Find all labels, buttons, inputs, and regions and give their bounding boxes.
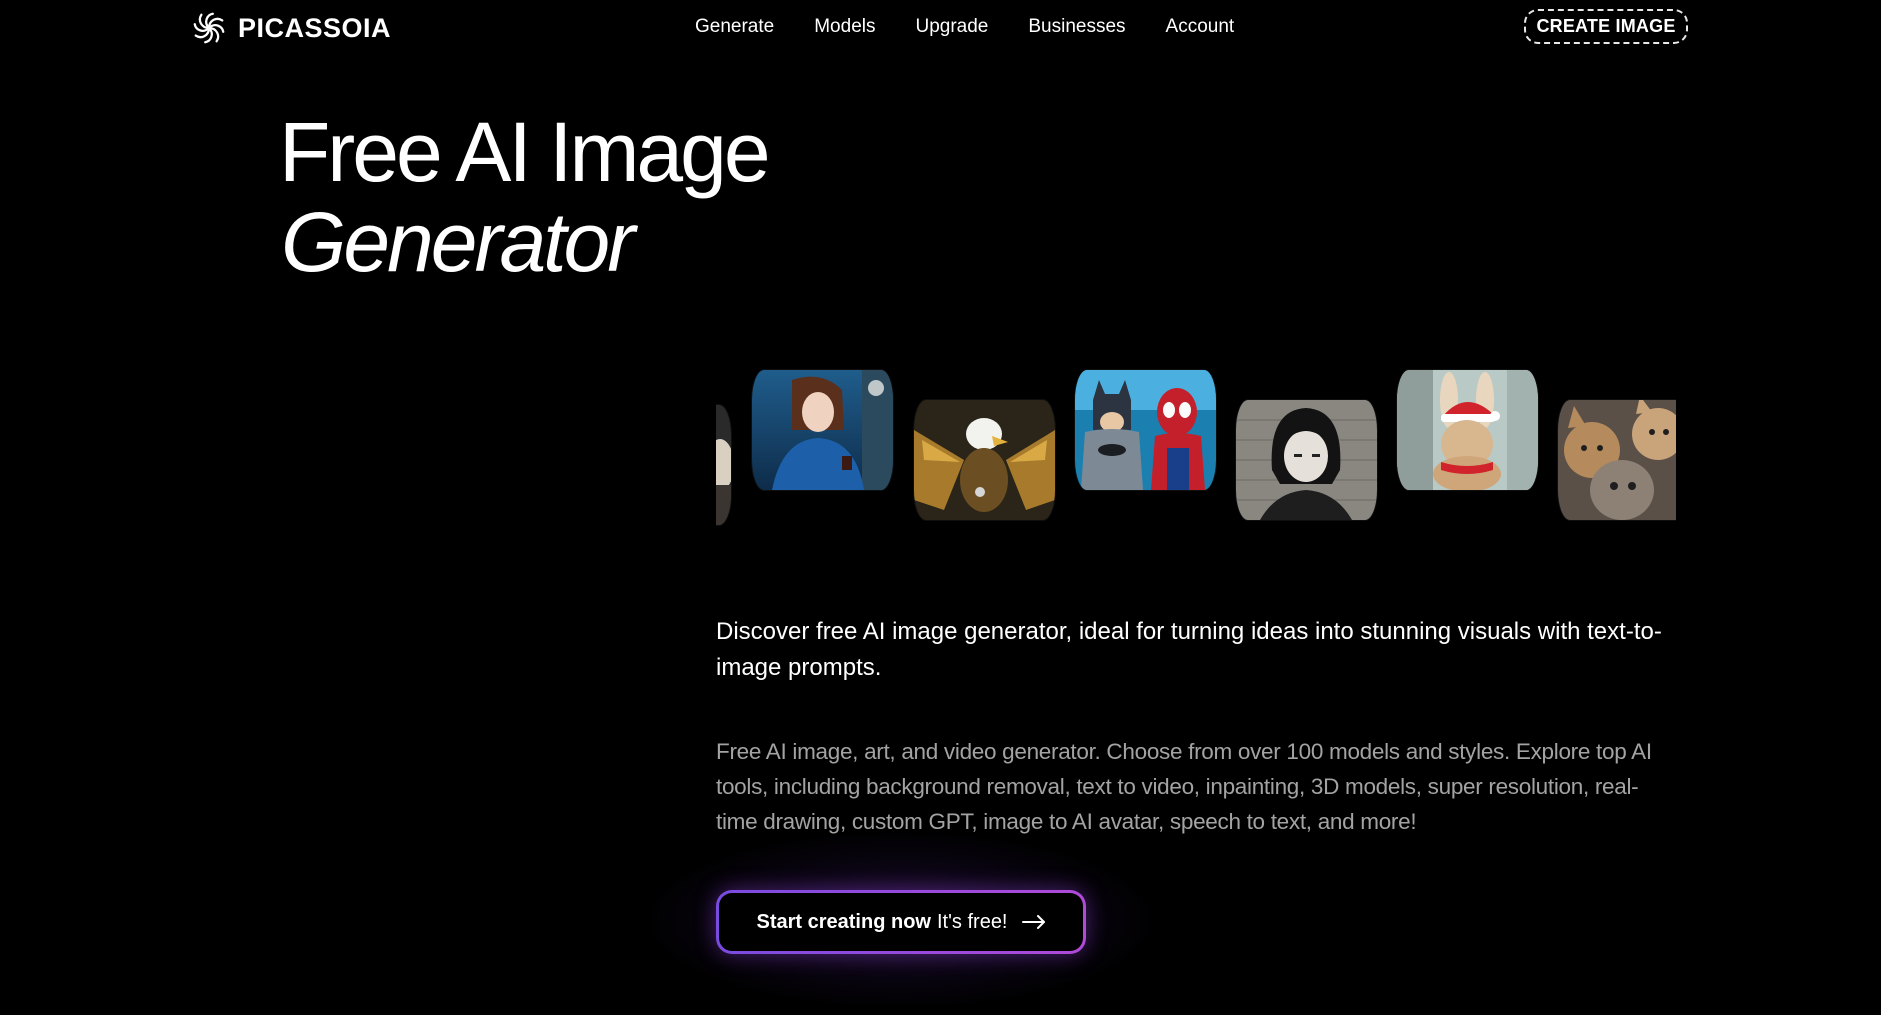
nav-item-account[interactable]: Account: [1166, 13, 1235, 41]
brand-logo[interactable]: PICASSOIA: [190, 9, 391, 47]
carousel-image-batman-spiderman[interactable]: [1075, 370, 1216, 490]
hero-title-line-2: Generator: [281, 195, 635, 289]
carousel-image-anime-girl[interactable]: [1236, 400, 1377, 520]
carousel-image-rabbit-santa-hat[interactable]: [1397, 370, 1538, 490]
cta-light-text: It's free!: [936, 910, 1008, 933]
image-carousel[interactable]: [716, 360, 1676, 530]
main-nav: Generate Models Upgrade Businesses Accou…: [695, 13, 1234, 41]
create-image-button[interactable]: CREATE IMAGE: [1524, 9, 1688, 44]
swirl-logo-icon: [193, 12, 225, 44]
nav-item-generate[interactable]: Generate: [695, 13, 774, 41]
start-creating-button[interactable]: Start creating now It's free!: [716, 890, 1086, 954]
carousel-image-golden-eagle[interactable]: [914, 400, 1055, 520]
nav-item-upgrade[interactable]: Upgrade: [915, 13, 988, 41]
lead-paragraph: Discover free AI image generator, ideal …: [716, 618, 1662, 681]
carousel-image-cats[interactable]: [1558, 400, 1676, 520]
carousel-image-woman-blue-dress[interactable]: [752, 370, 893, 490]
carousel-image-partial[interactable]: [716, 405, 731, 525]
brand-name: PICASSOIA: [238, 12, 392, 43]
nav-item-models[interactable]: Models: [814, 13, 875, 41]
description-paragraph: Free AI image, art, and video generator.…: [716, 739, 1652, 834]
nav-item-businesses[interactable]: Businesses: [1028, 13, 1125, 41]
hero-title-line-1: Free AI Image: [279, 105, 771, 199]
cta-strong-text: Start creating now: [756, 910, 931, 933]
arrow-right-icon: [1021, 915, 1045, 929]
